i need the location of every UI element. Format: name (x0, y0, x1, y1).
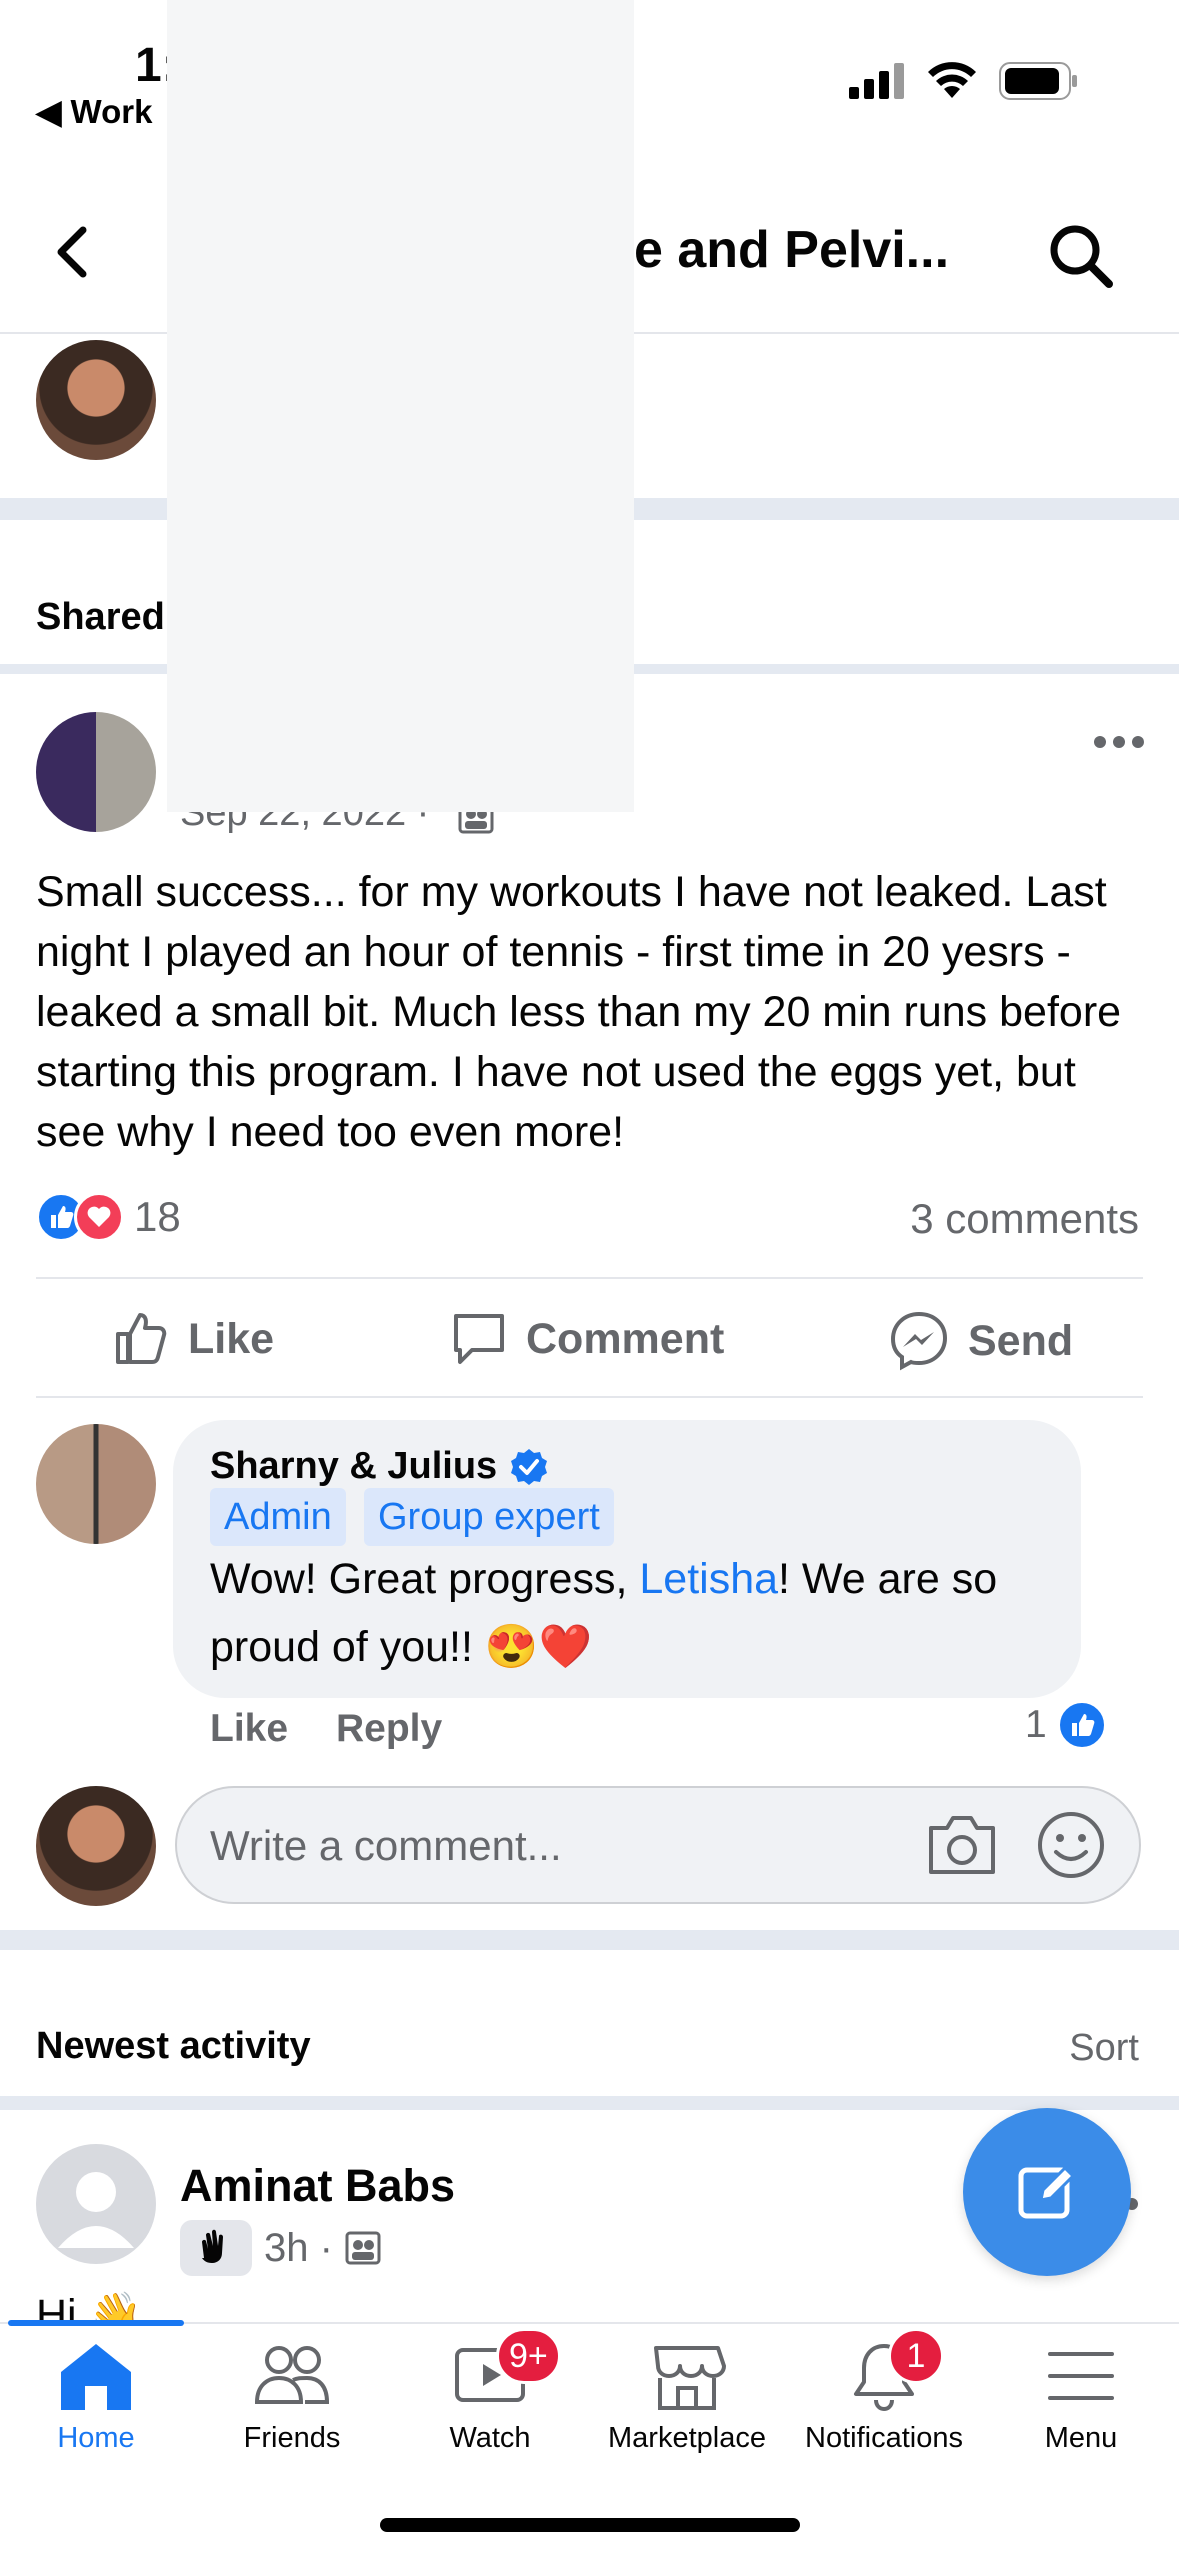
back-arrow-icon[interactable] (45, 222, 105, 282)
send-label: Send (968, 1316, 1074, 1365)
like-icon (116, 1313, 167, 1364)
marketplace-icon (654, 2346, 726, 2410)
tab-label: Friends (243, 2422, 341, 2454)
group-expert-badge: Group expert (364, 1488, 614, 1546)
like-button[interactable]: Like (112, 1310, 274, 1368)
comment-label: Comment (526, 1314, 725, 1363)
current-user-avatar[interactable] (36, 1786, 156, 1906)
post-body: Small success... for my workouts I have … (36, 868, 1122, 1156)
status-icons (849, 62, 1079, 100)
back-to-app-link[interactable]: ◀ Work (36, 92, 152, 131)
comment-text: Wow! Great progress, Letisha! We are so … (210, 1545, 1070, 1681)
post-author-name[interactable]: Aminat Babs (180, 2160, 455, 2212)
new-member-badge (180, 2220, 252, 2276)
section-separator (0, 2096, 1179, 2110)
waving-hand-icon (202, 2229, 223, 2263)
section-separator (0, 1930, 1179, 1950)
mention-link[interactable]: Letisha (639, 1555, 778, 1603)
redacted-area (167, 0, 634, 812)
actions-bottom-divider (36, 1396, 1143, 1398)
group-privacy-icon (345, 2231, 381, 2265)
more-options-icon[interactable] (1092, 730, 1146, 754)
post-time: 3h · (264, 2225, 333, 2270)
camera-icon[interactable] (925, 1810, 999, 1880)
comments-count-link[interactable]: 3 comments (910, 1195, 1139, 1243)
tab-notifications[interactable]: Notifications (784, 2340, 984, 2455)
commenter-avatar[interactable] (36, 1424, 156, 1544)
home-indicator[interactable] (380, 2518, 800, 2532)
sort-button[interactable]: Sort (1069, 2027, 1139, 2070)
tab-label: Watch (449, 2422, 531, 2454)
comment-like-count[interactable]: 1 (1025, 1700, 1107, 1750)
like-reaction-icon (1056, 1700, 1107, 1750)
post-preview: Hi 👋 (36, 2291, 143, 2324)
tab-friends[interactable]: Friends (192, 2340, 392, 2455)
tab-label: Notifications (805, 2422, 963, 2454)
reaction-summary[interactable]: 18 (36, 1192, 181, 1242)
tab-home[interactable]: Home (0, 2340, 196, 2455)
comment-author[interactable]: Sharny & Julius (210, 1445, 549, 1488)
reaction-count: 18 (134, 1193, 181, 1240)
comment-icon (454, 1314, 504, 1364)
like-label: Like (188, 1314, 275, 1363)
comment-reply-button[interactable]: Reply (336, 1707, 442, 1751)
current-user-avatar[interactable] (36, 340, 156, 460)
default-avatar-icon[interactable] (36, 2144, 156, 2264)
comment-author-name: Sharny & Julius (210, 1445, 498, 1487)
comment-text-start: Wow! Great progress, (210, 1555, 640, 1603)
messenger-icon (890, 1311, 948, 1371)
tab-label: Menu (1044, 2422, 1118, 2454)
friends-icon (254, 2346, 330, 2404)
active-tab-indicator (8, 2320, 184, 2326)
tab-label: Home (57, 2422, 135, 2454)
battery-icon (999, 62, 1077, 100)
create-post-button[interactable] (963, 2108, 1131, 2276)
menu-icon (1048, 2352, 1114, 2400)
comment-button[interactable]: Comment (450, 1310, 724, 1368)
verified-badge-icon (511, 1448, 548, 1485)
send-button[interactable]: Send (888, 1310, 1073, 1372)
comment-like-number: 1 (1025, 1703, 1047, 1746)
group-title: ore and Pelvi... (582, 221, 950, 279)
emoji-icon[interactable] (1036, 1810, 1106, 1880)
admin-badge: Admin (210, 1488, 346, 1546)
cellular-signal-icon (849, 63, 904, 99)
tab-label: Marketplace (608, 2422, 766, 2454)
home-icon (61, 2344, 131, 2410)
post-meta: 3h · (180, 2220, 381, 2276)
post-author-avatar[interactable] (36, 712, 156, 832)
notifications-badge: 1 (888, 2328, 944, 2384)
shared-section-label: Shared (36, 596, 165, 638)
actions-top-divider (36, 1277, 1143, 1279)
tab-marketplace[interactable]: Marketplace (587, 2340, 787, 2455)
watch-badge: 9+ (496, 2328, 561, 2384)
edit-icon (1018, 2165, 1076, 2219)
comment-placeholder: Write a comment... (210, 1822, 562, 1869)
comment-like-button[interactable]: Like (210, 1707, 288, 1751)
newest-activity-label: Newest activity (36, 2025, 311, 2067)
wifi-icon (928, 62, 976, 98)
love-reaction-icon (74, 1192, 124, 1242)
tab-menu[interactable]: Menu (981, 2340, 1179, 2455)
search-icon[interactable] (1045, 220, 1117, 292)
